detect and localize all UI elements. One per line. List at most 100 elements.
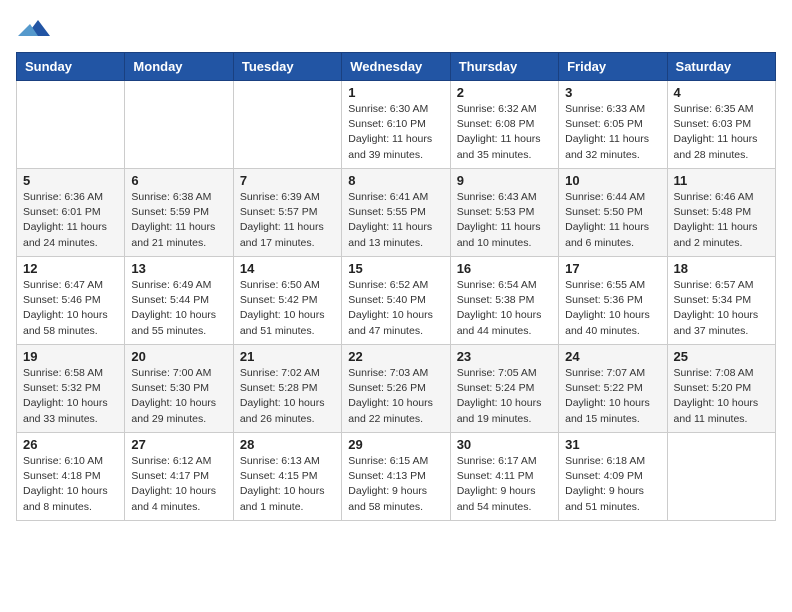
day-number: 25 [674, 349, 769, 364]
calendar-week-1: 1 Sunrise: 6:30 AM Sunset: 6:10 PM Daylig… [17, 81, 776, 169]
calendar-cell: 16Sunrise: 6:54 AM Sunset: 5:38 PM Dayli… [450, 257, 558, 345]
day-info: Sunrise: 6:32 AM Sunset: 6:08 PM Dayligh… [457, 102, 552, 163]
calendar-cell: 3 Sunrise: 6:33 AM Sunset: 6:05 PM Daylig… [559, 81, 667, 169]
logo-icon [18, 16, 50, 40]
calendar-cell: 20Sunrise: 7:00 AM Sunset: 5:30 PM Dayli… [125, 345, 233, 433]
day-number: 8 [348, 173, 443, 188]
col-header-thursday: Thursday [450, 53, 558, 81]
day-info: Sunrise: 6:47 AM Sunset: 5:46 PM Dayligh… [23, 278, 118, 339]
calendar-cell: 26 Sunrise: 6:10 AM Sunset: 4:18 PM Dayli… [17, 433, 125, 521]
day-info: Sunrise: 6:17 AM Sunset: 4:11 PM Dayligh… [457, 454, 552, 515]
calendar-cell: 15Sunrise: 6:52 AM Sunset: 5:40 PM Dayli… [342, 257, 450, 345]
day-info: Sunrise: 7:05 AM Sunset: 5:24 PM Dayligh… [457, 366, 552, 427]
day-number: 14 [240, 261, 335, 276]
calendar-cell: 17Sunrise: 6:55 AM Sunset: 5:36 PM Dayli… [559, 257, 667, 345]
day-info: Sunrise: 6:43 AM Sunset: 5:53 PM Dayligh… [457, 190, 552, 251]
day-number: 31 [565, 437, 660, 452]
day-number: 22 [348, 349, 443, 364]
calendar-cell [125, 81, 233, 169]
day-number: 7 [240, 173, 335, 188]
day-info: Sunrise: 6:30 AM Sunset: 6:10 PM Dayligh… [348, 102, 443, 163]
calendar-cell: 27 Sunrise: 6:12 AM Sunset: 4:17 PM Dayli… [125, 433, 233, 521]
calendar-cell [17, 81, 125, 169]
day-info: Sunrise: 6:50 AM Sunset: 5:42 PM Dayligh… [240, 278, 335, 339]
day-number: 12 [23, 261, 118, 276]
calendar-cell: 2 Sunrise: 6:32 AM Sunset: 6:08 PM Daylig… [450, 81, 558, 169]
day-number: 30 [457, 437, 552, 452]
day-number: 23 [457, 349, 552, 364]
day-info: Sunrise: 6:46 AM Sunset: 5:48 PM Dayligh… [674, 190, 769, 251]
day-number: 26 [23, 437, 118, 452]
calendar-cell [233, 81, 341, 169]
day-number: 28 [240, 437, 335, 452]
calendar-cell: 29 Sunrise: 6:15 AM Sunset: 4:13 PM Dayli… [342, 433, 450, 521]
calendar-cell: 25 Sunrise: 7:08 AM Sunset: 5:20 PM Dayli… [667, 345, 775, 433]
day-info: Sunrise: 6:44 AM Sunset: 5:50 PM Dayligh… [565, 190, 660, 251]
calendar-week-5: 26 Sunrise: 6:10 AM Sunset: 4:18 PM Dayli… [17, 433, 776, 521]
day-info: Sunrise: 6:10 AM Sunset: 4:18 PM Dayligh… [23, 454, 118, 515]
calendar-cell: 9 Sunrise: 6:43 AM Sunset: 5:53 PM Daylig… [450, 169, 558, 257]
day-info: Sunrise: 6:39 AM Sunset: 5:57 PM Dayligh… [240, 190, 335, 251]
calendar-cell: 11 Sunrise: 6:46 AM Sunset: 5:48 PM Dayli… [667, 169, 775, 257]
col-header-sunday: Sunday [17, 53, 125, 81]
calendar-cell: 18 Sunrise: 6:57 AM Sunset: 5:34 PM Dayli… [667, 257, 775, 345]
calendar-cell: 31 Sunrise: 6:18 AM Sunset: 4:09 PM Dayli… [559, 433, 667, 521]
calendar-cell: 4 Sunrise: 6:35 AM Sunset: 6:03 PM Daylig… [667, 81, 775, 169]
calendar-cell: 13Sunrise: 6:49 AM Sunset: 5:44 PM Dayli… [125, 257, 233, 345]
day-info: Sunrise: 6:57 AM Sunset: 5:34 PM Dayligh… [674, 278, 769, 339]
day-info: Sunrise: 6:55 AM Sunset: 5:36 PM Dayligh… [565, 278, 660, 339]
calendar-cell: 8 Sunrise: 6:41 AM Sunset: 5:55 PM Daylig… [342, 169, 450, 257]
day-number: 4 [674, 85, 769, 100]
calendar-cell: 6 Sunrise: 6:38 AM Sunset: 5:59 PM Daylig… [125, 169, 233, 257]
day-number: 6 [131, 173, 226, 188]
day-number: 1 [348, 85, 443, 100]
col-header-monday: Monday [125, 53, 233, 81]
calendar-cell: 1 Sunrise: 6:30 AM Sunset: 6:10 PM Daylig… [342, 81, 450, 169]
col-header-saturday: Saturday [667, 53, 775, 81]
day-info: Sunrise: 6:18 AM Sunset: 4:09 PM Dayligh… [565, 454, 660, 515]
calendar-table: SundayMondayTuesdayWednesdayThursdayFrid… [16, 52, 776, 521]
calendar-cell: 30 Sunrise: 6:17 AM Sunset: 4:11 PM Dayli… [450, 433, 558, 521]
day-number: 18 [674, 261, 769, 276]
day-number: 3 [565, 85, 660, 100]
day-info: Sunrise: 6:38 AM Sunset: 5:59 PM Dayligh… [131, 190, 226, 251]
calendar-cell: 14 Sunrise: 6:50 AM Sunset: 5:42 PM Dayli… [233, 257, 341, 345]
col-header-wednesday: Wednesday [342, 53, 450, 81]
day-number: 11 [674, 173, 769, 188]
day-info: Sunrise: 6:36 AM Sunset: 6:01 PM Dayligh… [23, 190, 118, 251]
day-number: 21 [240, 349, 335, 364]
page-header [16, 16, 776, 40]
day-info: Sunrise: 7:03 AM Sunset: 5:26 PM Dayligh… [348, 366, 443, 427]
calendar-cell: 28Sunrise: 6:13 AM Sunset: 4:15 PM Dayli… [233, 433, 341, 521]
calendar-cell: 5Sunrise: 6:36 AM Sunset: 6:01 PM Daylig… [17, 169, 125, 257]
day-number: 24 [565, 349, 660, 364]
day-number: 27 [131, 437, 226, 452]
day-info: Sunrise: 6:15 AM Sunset: 4:13 PM Dayligh… [348, 454, 443, 515]
day-info: Sunrise: 7:08 AM Sunset: 5:20 PM Dayligh… [674, 366, 769, 427]
day-number: 10 [565, 173, 660, 188]
day-info: Sunrise: 7:07 AM Sunset: 5:22 PM Dayligh… [565, 366, 660, 427]
calendar-cell: 12 Sunrise: 6:47 AM Sunset: 5:46 PM Dayli… [17, 257, 125, 345]
day-number: 19 [23, 349, 118, 364]
day-number: 9 [457, 173, 552, 188]
day-number: 20 [131, 349, 226, 364]
calendar-cell [667, 433, 775, 521]
day-info: Sunrise: 6:58 AM Sunset: 5:32 PM Dayligh… [23, 366, 118, 427]
calendar-cell: 10 Sunrise: 6:44 AM Sunset: 5:50 PM Dayli… [559, 169, 667, 257]
calendar-cell: 22 Sunrise: 7:03 AM Sunset: 5:26 PM Dayli… [342, 345, 450, 433]
day-number: 16 [457, 261, 552, 276]
col-header-tuesday: Tuesday [233, 53, 341, 81]
day-info: Sunrise: 6:33 AM Sunset: 6:05 PM Dayligh… [565, 102, 660, 163]
day-number: 2 [457, 85, 552, 100]
day-number: 29 [348, 437, 443, 452]
calendar-cell: 23 Sunrise: 7:05 AM Sunset: 5:24 PM Dayli… [450, 345, 558, 433]
day-info: Sunrise: 7:02 AM Sunset: 5:28 PM Dayligh… [240, 366, 335, 427]
calendar-week-4: 19 Sunrise: 6:58 AM Sunset: 5:32 PM Dayli… [17, 345, 776, 433]
day-info: Sunrise: 6:35 AM Sunset: 6:03 PM Dayligh… [674, 102, 769, 163]
calendar-cell: 19 Sunrise: 6:58 AM Sunset: 5:32 PM Dayli… [17, 345, 125, 433]
day-info: Sunrise: 6:12 AM Sunset: 4:17 PM Dayligh… [131, 454, 226, 515]
col-header-friday: Friday [559, 53, 667, 81]
calendar-week-2: 5Sunrise: 6:36 AM Sunset: 6:01 PM Daylig… [17, 169, 776, 257]
day-info: Sunrise: 6:41 AM Sunset: 5:55 PM Dayligh… [348, 190, 443, 251]
calendar-cell: 7 Sunrise: 6:39 AM Sunset: 5:57 PM Daylig… [233, 169, 341, 257]
